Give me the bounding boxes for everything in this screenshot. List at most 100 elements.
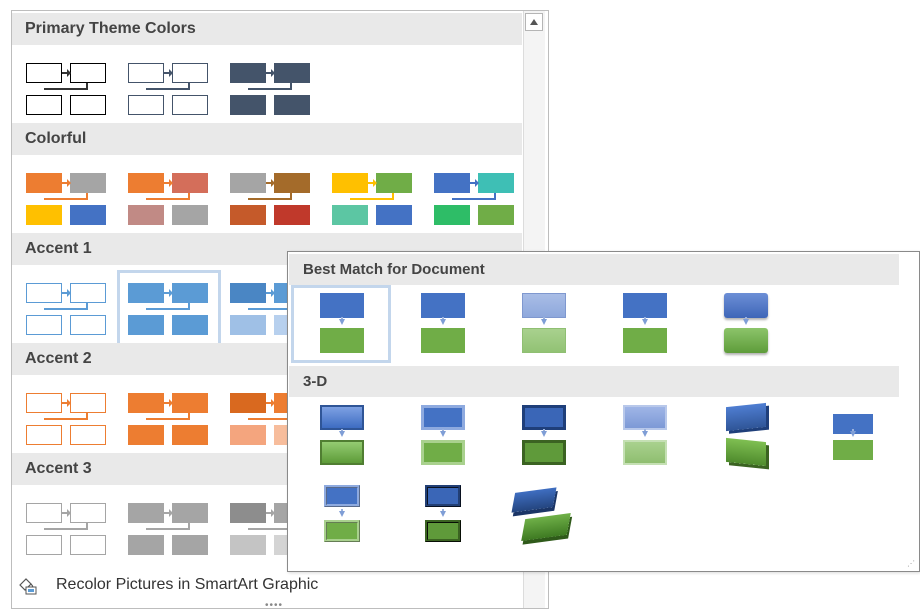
section-header-3d: 3-D xyxy=(289,366,899,397)
style-shape-bottom xyxy=(623,440,667,465)
color-swatch[interactable] xyxy=(122,165,216,239)
swatch-shape xyxy=(172,63,208,83)
swatch-shape xyxy=(172,95,208,115)
swatch-shape xyxy=(26,63,62,83)
swatch-shape xyxy=(128,63,164,83)
swatch-shape xyxy=(172,205,208,225)
swatch-shape xyxy=(26,393,62,413)
swatch-shape xyxy=(332,173,368,193)
resize-grip-dots[interactable]: •••• xyxy=(265,600,283,608)
resize-grip-icon[interactable]: ⋰ xyxy=(907,559,915,568)
swatch-shape xyxy=(128,95,164,115)
style-shape-top xyxy=(320,405,364,430)
style-tile[interactable] xyxy=(395,480,489,552)
color-swatch[interactable] xyxy=(20,495,114,569)
style-tile[interactable] xyxy=(496,480,590,552)
swatch-return-line xyxy=(146,88,190,90)
style-tile[interactable] xyxy=(597,400,691,472)
swatch-shape xyxy=(230,393,266,413)
swatch-shape xyxy=(434,173,470,193)
swatch-return-stub xyxy=(392,193,394,199)
swatch-return-line xyxy=(44,88,88,90)
style-tile[interactable] xyxy=(496,288,590,360)
swatch-shape xyxy=(70,205,106,225)
swatch-shape xyxy=(230,63,266,83)
swatch-shape xyxy=(172,503,208,523)
swatch-shape xyxy=(172,283,208,303)
down-arrow-icon xyxy=(642,431,648,437)
down-arrow-icon xyxy=(440,511,446,517)
style-shape-top xyxy=(320,293,364,318)
color-swatch[interactable] xyxy=(428,165,522,239)
swatch-shape xyxy=(376,205,412,225)
swatch-shape xyxy=(70,95,106,115)
color-swatch[interactable] xyxy=(224,165,318,239)
scroll-up-button[interactable] xyxy=(525,13,543,31)
swatch-shape xyxy=(230,315,266,335)
color-swatch[interactable] xyxy=(224,55,318,129)
swatch-shape xyxy=(274,205,310,225)
color-swatch[interactable] xyxy=(20,385,114,459)
style-shape-top xyxy=(324,485,360,507)
swatch-shape xyxy=(434,205,470,225)
color-swatch[interactable] xyxy=(20,275,114,349)
style-tile[interactable] xyxy=(291,285,391,363)
swatch-arrow-icon xyxy=(169,69,173,77)
swatch-shape xyxy=(230,503,266,523)
smartart-change-colors-screen: Primary Theme Colors Colorful Accent 1 A… xyxy=(0,0,920,609)
swatch-arrow-icon xyxy=(67,179,71,187)
color-swatch[interactable] xyxy=(122,385,216,459)
swatch-return-line xyxy=(44,418,88,420)
color-swatch[interactable] xyxy=(122,495,216,569)
swatch-shape xyxy=(478,173,514,193)
color-swatch[interactable] xyxy=(20,165,114,239)
swatch-return-line xyxy=(452,198,496,200)
down-arrow-icon xyxy=(541,319,547,325)
swatch-arrow-icon xyxy=(67,509,71,517)
swatch-shape xyxy=(274,63,310,83)
style-shape-top xyxy=(421,293,465,318)
style-tile[interactable] xyxy=(496,400,590,472)
color-swatch[interactable] xyxy=(117,270,221,354)
swatch-return-stub xyxy=(494,193,496,199)
down-arrow-icon xyxy=(339,511,345,517)
swatch-shape xyxy=(26,535,62,555)
style-shape-bottom xyxy=(724,328,768,353)
color-swatch[interactable] xyxy=(122,55,216,129)
style-tile[interactable] xyxy=(799,400,893,472)
swatch-shape xyxy=(26,425,62,445)
swatch-return-line xyxy=(248,528,292,530)
style-shape-bottom xyxy=(522,328,566,353)
swatch-return-line xyxy=(146,198,190,200)
color-swatch[interactable] xyxy=(326,165,420,239)
section-header-best-match: Best Match for Document xyxy=(289,254,899,285)
style-tile[interactable] xyxy=(294,400,388,472)
swatch-return-line xyxy=(248,198,292,200)
style-tile[interactable] xyxy=(294,480,388,552)
swatch-return-line xyxy=(146,418,190,420)
down-arrow-icon xyxy=(850,431,856,437)
swatch-shape xyxy=(26,95,62,115)
swatch-shape xyxy=(172,393,208,413)
swatch-shape xyxy=(230,535,266,555)
swatch-arrow-icon xyxy=(67,289,71,297)
down-arrow-icon xyxy=(541,431,547,437)
style-tile[interactable] xyxy=(597,288,691,360)
style-shape-top xyxy=(724,293,768,318)
swatch-shape xyxy=(128,283,164,303)
style-tile[interactable] xyxy=(698,288,792,360)
recolor-pictures-menu-item[interactable]: Recolor Pictures in SmartArt Graphic xyxy=(12,571,522,601)
style-tile[interactable] xyxy=(698,400,792,472)
smartart-styles-gallery: Best Match for Document 3-D ⋰ xyxy=(287,251,920,572)
style-tile[interactable] xyxy=(395,288,489,360)
swatch-arrow-icon xyxy=(271,399,275,407)
color-swatch[interactable] xyxy=(20,55,114,129)
swatch-shape xyxy=(128,393,164,413)
swatch-shape xyxy=(172,425,208,445)
section-header-colorful: Colorful xyxy=(12,123,522,155)
swatch-arrow-icon xyxy=(271,179,275,187)
down-arrow-icon xyxy=(440,431,446,437)
swatch-return-line xyxy=(44,198,88,200)
swatch-shape xyxy=(230,205,266,225)
style-tile[interactable] xyxy=(395,400,489,472)
